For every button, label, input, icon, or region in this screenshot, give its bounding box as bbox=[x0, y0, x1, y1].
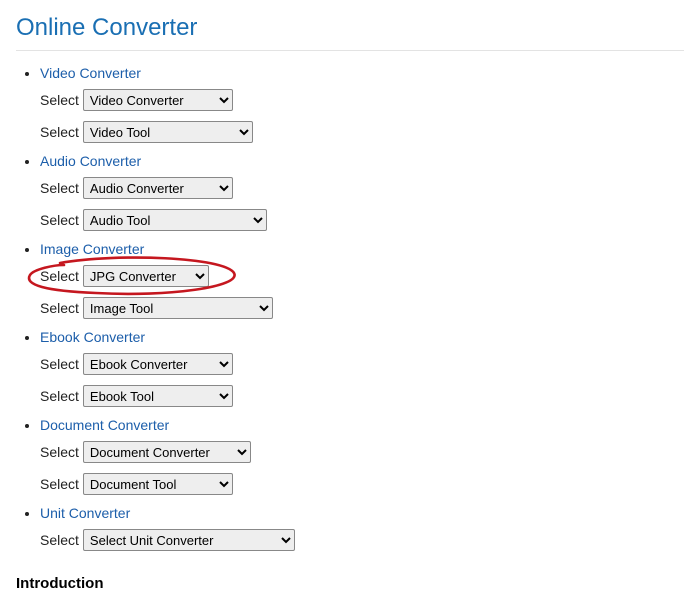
select-label: Select bbox=[40, 476, 79, 492]
select-label: Select bbox=[40, 268, 79, 284]
list-item: Document ConverterSelectDocument Convert… bbox=[40, 417, 684, 495]
section-link[interactable]: Ebook Converter bbox=[40, 329, 145, 345]
select-label: Select bbox=[40, 444, 79, 460]
image-converter-select[interactable]: JPG Converter bbox=[83, 265, 209, 287]
select-label: Select bbox=[40, 356, 79, 372]
converter-list: Video ConverterSelectVideo ConverterSele… bbox=[16, 65, 684, 551]
section-link[interactable]: Image Converter bbox=[40, 241, 144, 257]
image-tool-select[interactable]: Image Tool bbox=[83, 297, 273, 319]
select-row: SelectImage Tool bbox=[40, 297, 684, 319]
page-title: Online Converter bbox=[16, 14, 684, 42]
list-item: Unit Converter SelectSelect Unit Converte… bbox=[40, 505, 684, 551]
section-link[interactable]: Document Converter bbox=[40, 417, 169, 433]
select-row: SelectEbook Tool bbox=[40, 385, 684, 407]
ebook-converter-select[interactable]: Ebook Converter bbox=[83, 353, 233, 375]
list-item: Image ConverterSelectJPG ConverterSelect… bbox=[40, 241, 684, 319]
select-label: Select bbox=[40, 124, 79, 140]
select-row: SelectEbook Converter bbox=[40, 353, 684, 375]
section-link[interactable]: Unit Converter bbox=[40, 505, 130, 521]
select-row: SelectAudio Converter bbox=[40, 177, 684, 199]
list-item: Audio ConverterSelectAudio ConverterSele… bbox=[40, 153, 684, 231]
select-row: SelectVideo Tool bbox=[40, 121, 684, 143]
select-label: Select bbox=[40, 300, 79, 316]
select-label: Select bbox=[40, 92, 79, 108]
select-row: SelectSelect Unit Converter bbox=[40, 529, 684, 551]
list-item: Ebook ConverterSelectEbook ConverterSele… bbox=[40, 329, 684, 407]
select-label: Select bbox=[40, 532, 79, 548]
document-converter-select[interactable]: Document Converter bbox=[83, 441, 251, 463]
select-row: SelectDocument Converter bbox=[40, 441, 684, 463]
audio-converter-select[interactable]: Audio Converter bbox=[83, 177, 233, 199]
select-row: SelectDocument Tool bbox=[40, 473, 684, 495]
section-link[interactable]: Audio Converter bbox=[40, 153, 141, 169]
select-label: Select bbox=[40, 212, 79, 228]
unit-converter-select[interactable]: Select Unit Converter bbox=[83, 529, 295, 551]
ebook-tool-select[interactable]: Ebook Tool bbox=[83, 385, 233, 407]
list-item: Video ConverterSelectVideo ConverterSele… bbox=[40, 65, 684, 143]
section-link[interactable]: Video Converter bbox=[40, 65, 141, 81]
select-row: SelectJPG Converter bbox=[40, 265, 684, 287]
audio-tool-select[interactable]: Audio Tool bbox=[83, 209, 267, 231]
divider bbox=[16, 50, 684, 51]
video-tool-select[interactable]: Video Tool bbox=[83, 121, 253, 143]
video-converter-select[interactable]: Video Converter bbox=[83, 89, 233, 111]
introduction-heading: Introduction bbox=[16, 575, 684, 592]
select-label: Select bbox=[40, 388, 79, 404]
select-row: SelectAudio Tool bbox=[40, 209, 684, 231]
select-label: Select bbox=[40, 180, 79, 196]
document-tool-select[interactable]: Document Tool bbox=[83, 473, 233, 495]
select-row: SelectVideo Converter bbox=[40, 89, 684, 111]
